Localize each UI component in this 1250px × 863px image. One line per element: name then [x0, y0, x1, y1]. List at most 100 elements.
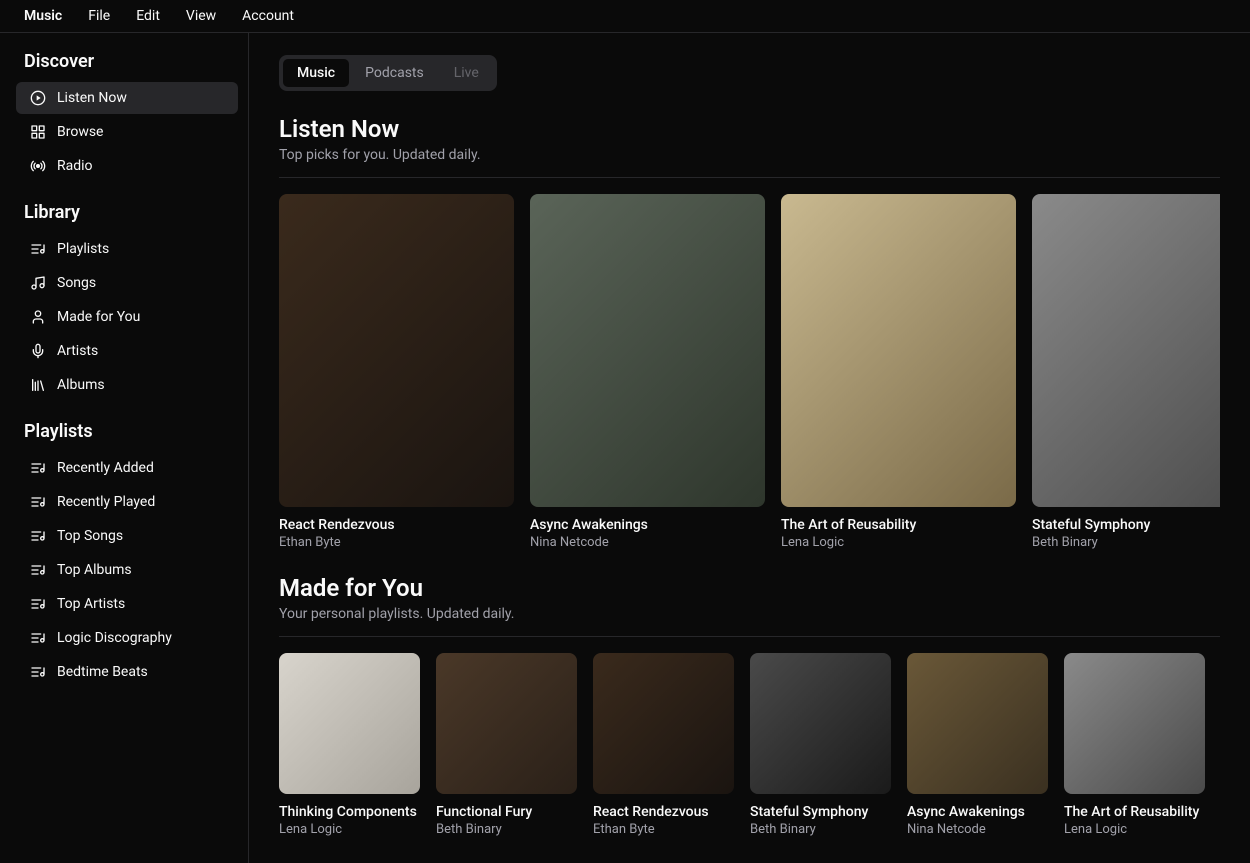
- album-title: Stateful Symphony: [1032, 517, 1220, 533]
- tab-music[interactable]: Music: [283, 59, 349, 87]
- sidebar-item-label: Top Songs: [57, 528, 123, 544]
- separator: [279, 177, 1220, 178]
- sidebar-item-label: Browse: [57, 124, 103, 140]
- album-cover: [907, 653, 1048, 794]
- album-artist: Beth Binary: [436, 822, 577, 837]
- sidebar-item-top-albums[interactable]: Top Albums: [16, 554, 238, 586]
- menubar-item-music[interactable]: Music: [24, 8, 62, 24]
- sidebar: DiscoverListen NowBrowseRadioLibraryPlay…: [0, 33, 249, 863]
- sidebar-item-label: Albums: [57, 377, 105, 393]
- sidebar-item-artists[interactable]: Artists: [16, 335, 238, 367]
- album-artist: Lena Logic: [781, 535, 1016, 550]
- album-cover: [593, 653, 734, 794]
- sidebar-item-label: Listen Now: [57, 90, 127, 106]
- playlist-icon: [30, 528, 46, 544]
- music-note-icon: [30, 275, 46, 291]
- tab-live: Live: [440, 59, 493, 87]
- album-cover: [436, 653, 577, 794]
- sidebar-heading: Playlists: [16, 421, 238, 452]
- playlist-icon: [30, 494, 46, 510]
- sidebar-item-label: Logic Discography: [57, 630, 172, 646]
- separator: [279, 636, 1220, 637]
- menubar-item-account[interactable]: Account: [242, 8, 294, 24]
- sidebar-item-bedtime-beats[interactable]: Bedtime Beats: [16, 656, 238, 688]
- sidebar-item-recently-played[interactable]: Recently Played: [16, 486, 238, 518]
- menubar-item-file[interactable]: File: [88, 8, 110, 24]
- album-card[interactable]: React Rendezvous Ethan Byte: [279, 194, 514, 550]
- sidebar-item-label: Top Albums: [57, 562, 132, 578]
- grid-icon: [30, 124, 46, 140]
- album-cover: [750, 653, 891, 794]
- sidebar-item-radio[interactable]: Radio: [16, 150, 238, 182]
- card-row: Thinking Components Lena Logic Functional …: [279, 653, 1220, 837]
- album-card[interactable]: Thinking Components Lena Logic: [279, 653, 420, 837]
- section-title: Made for You: [279, 574, 1220, 602]
- sidebar-item-albums[interactable]: Albums: [16, 369, 238, 401]
- album-card[interactable]: Stateful SymphonyBeth Binary: [1032, 194, 1220, 550]
- menubar-item-edit[interactable]: Edit: [136, 8, 160, 24]
- playlist-icon: [30, 460, 46, 476]
- sidebar-item-label: Bedtime Beats: [57, 664, 148, 680]
- section-subtitle: Your personal playlists. Updated daily.: [279, 606, 1220, 622]
- sidebar-item-browse[interactable]: Browse: [16, 116, 238, 148]
- album-artist: Nina Netcode: [530, 535, 765, 550]
- playlist-icon: [30, 596, 46, 612]
- sidebar-item-listen-now[interactable]: Listen Now: [16, 82, 238, 114]
- library-icon: [30, 377, 46, 393]
- album-artist: Ethan Byte: [593, 822, 734, 837]
- album-cover: [530, 194, 765, 507]
- album-title: Functional Fury: [436, 804, 577, 820]
- album-title: React Rendezvous: [279, 517, 514, 533]
- content-tabs: MusicPodcastsLive: [279, 55, 497, 91]
- album-card[interactable]: React RendezvousEthan Byte: [593, 653, 734, 837]
- playlist-icon: [30, 664, 46, 680]
- album-title: Async Awakenings: [530, 517, 765, 533]
- play-circle-icon: [30, 90, 46, 106]
- album-card[interactable]: The Art of Reusability Lena Logic: [781, 194, 1016, 550]
- radio-icon: [30, 158, 46, 174]
- sidebar-item-label: Made for You: [57, 309, 140, 325]
- album-artist: Beth Binary: [750, 822, 891, 837]
- album-artist: Lena Logic: [1064, 822, 1205, 837]
- section-title: Listen Now: [279, 115, 1220, 143]
- album-cover: [1064, 653, 1205, 794]
- album-artist: Ethan Byte: [279, 535, 514, 550]
- album-title: Stateful Symphony: [750, 804, 891, 820]
- album-card[interactable]: Stateful Symphony Beth Binary: [750, 653, 891, 837]
- album-cover: [279, 653, 420, 794]
- section-subtitle: Top picks for you. Updated daily.: [279, 147, 1220, 163]
- sidebar-item-label: Songs: [57, 275, 96, 291]
- album-title: The Art of Reusability: [781, 517, 1016, 533]
- main-content: MusicPodcastsLive Listen Now Top picks fo…: [249, 33, 1250, 863]
- menubar: Music File Edit View Account: [0, 0, 1250, 33]
- sidebar-item-playlists[interactable]: Playlists: [16, 233, 238, 265]
- album-artist: Lena Logic: [279, 822, 420, 837]
- album-title: Thinking Components: [279, 804, 420, 820]
- album-card[interactable]: Functional Fury Beth Binary: [436, 653, 577, 837]
- sidebar-heading: Discover: [16, 51, 238, 82]
- sidebar-item-songs[interactable]: Songs: [16, 267, 238, 299]
- sidebar-item-label: Artists: [57, 343, 98, 359]
- sidebar-item-label: Recently Added: [57, 460, 154, 476]
- album-card[interactable]: Async Awakenings Nina Netcode: [530, 194, 765, 550]
- sidebar-item-top-artists[interactable]: Top Artists: [16, 588, 238, 620]
- menubar-item-view[interactable]: View: [186, 8, 216, 24]
- mic-icon: [30, 343, 46, 359]
- album-card[interactable]: The Art of Reusability Lena Logic: [1064, 653, 1205, 837]
- sidebar-item-recently-added[interactable]: Recently Added: [16, 452, 238, 484]
- sidebar-item-top-songs[interactable]: Top Songs: [16, 520, 238, 552]
- album-cover: [781, 194, 1016, 507]
- album-title: The Art of Reusability: [1064, 804, 1205, 820]
- tab-podcasts[interactable]: Podcasts: [351, 59, 438, 87]
- playlist-icon: [30, 241, 46, 257]
- sidebar-item-label: Recently Played: [57, 494, 155, 510]
- card-row: React Rendezvous Ethan Byte Async Awakenin…: [279, 194, 1220, 550]
- sidebar-item-logic-discography[interactable]: Logic Discography: [16, 622, 238, 654]
- album-cover: [279, 194, 514, 507]
- album-artist: Nina Netcode: [907, 822, 1048, 837]
- album-card[interactable]: Async AwakeningsNina Netcode: [907, 653, 1048, 837]
- sidebar-item-made-for-you[interactable]: Made for You: [16, 301, 238, 333]
- sidebar-item-label: Radio: [57, 158, 93, 174]
- sidebar-heading: Library: [16, 202, 238, 233]
- sidebar-item-label: Top Artists: [57, 596, 125, 612]
